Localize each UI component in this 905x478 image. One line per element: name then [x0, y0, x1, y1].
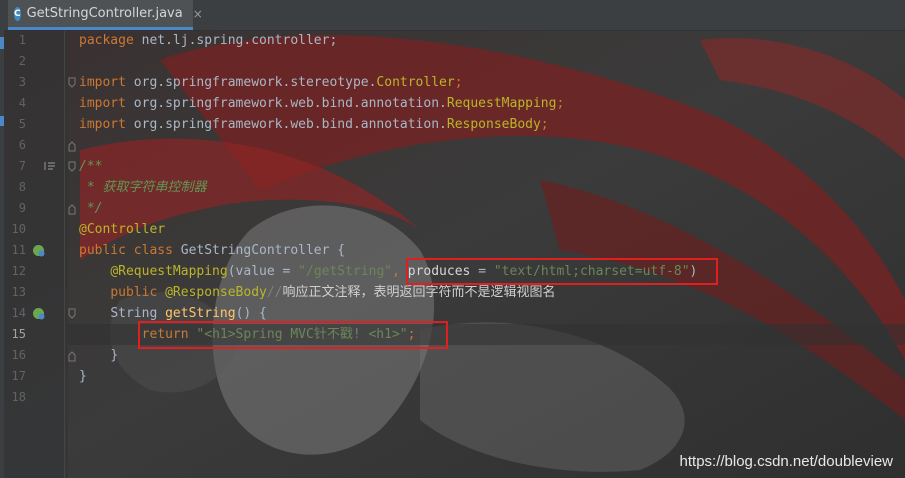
code-line-5: import org.springframework.web.bind.anno… — [68, 114, 905, 135]
code-line-10: @Controller — [68, 219, 905, 240]
line-number: 18 — [11, 390, 26, 404]
keyword: import — [79, 75, 126, 90]
return-type: String — [110, 306, 158, 321]
line-number-current: 15 — [11, 327, 26, 341]
tab-getstringcontroller[interactable]: C GetStringController.java × — [8, 0, 203, 30]
brace: } — [79, 369, 87, 384]
keyword: import — [79, 96, 126, 111]
line-number: 4 — [18, 96, 26, 110]
comma: , — [392, 264, 400, 279]
code-line-1: package net.lj.spring.controller; — [68, 30, 905, 51]
line-number: 8 — [18, 180, 26, 194]
import-path: org.springframework.stereotype. — [125, 75, 377, 90]
semicolon: ; — [540, 117, 549, 132]
strip-marker — [0, 116, 4, 126]
code-line-7: /** — [68, 156, 905, 177]
line-number: 7 — [18, 159, 26, 173]
close-icon[interactable]: × — [193, 7, 203, 21]
highlight-box-produces — [406, 258, 718, 285]
tab-label: GetStringController.java — [26, 6, 183, 21]
doc-comment: */ — [79, 201, 103, 216]
package-name: net.lj.spring.controller; — [133, 33, 338, 48]
annotation: @Controller — [79, 222, 166, 237]
method-name: getString — [165, 306, 236, 321]
semicolon: ; — [454, 75, 463, 90]
method-signature: () { — [235, 306, 267, 321]
annotation-param: (value = — [227, 264, 299, 279]
code-line-8: * 获取字符串控制器 — [68, 177, 905, 198]
strip-marker — [0, 37, 4, 49]
line-number: 2 — [18, 54, 26, 68]
keyword: public — [110, 285, 158, 300]
import-class: RequestMapping — [446, 96, 557, 111]
spring-request-icon[interactable] — [32, 307, 45, 320]
editor-tab-bar: C GetStringController.java × — [0, 0, 905, 31]
line-number: 5 — [18, 117, 26, 131]
code-line-3: import org.springframework.stereotype.Co… — [68, 72, 905, 93]
line-number: 3 — [18, 75, 26, 89]
doc-comment: * 获取字符串控制器 — [79, 180, 207, 195]
tool-window-strip — [0, 30, 4, 478]
annotation: @RequestMapping — [110, 264, 228, 279]
highlight-box-return — [138, 321, 448, 349]
import-class: ResponseBody — [446, 117, 541, 132]
code-line-4: import org.springframework.web.bind.anno… — [68, 93, 905, 114]
spring-bean-icon[interactable] — [32, 244, 45, 257]
watermark: https://blog.csdn.net/doubleview — [679, 453, 893, 470]
string-literal: "/getString" — [298, 264, 393, 279]
doc-comment: /** — [79, 159, 103, 174]
java-class-icon: C — [14, 6, 21, 21]
line-number: 11 — [11, 243, 26, 257]
line-number: 10 — [11, 222, 26, 236]
import-path: org.springframework.web.bind.annotation. — [125, 117, 447, 132]
line-comment: // — [266, 285, 283, 300]
code-line-17: } — [68, 366, 905, 387]
line-number: 6 — [18, 138, 26, 152]
line-comment-text: 响应正文注释，表明返回字符而不是逻辑视图名 — [282, 285, 556, 300]
line-number: 9 — [18, 201, 26, 215]
code-editor[interactable]: package net.lj.spring.controller; import… — [68, 30, 905, 478]
code-line-13: public @ResponseBody//响应正文注释，表明返回字符而不是逻辑… — [68, 282, 905, 303]
line-number: 12 — [11, 264, 26, 278]
gutter-separator — [64, 30, 65, 478]
editor-gutter: 1 2 3 4 5 6 7 8 9 10 11 12 13 14 15 16 1… — [4, 30, 76, 478]
line-number: 16 — [11, 348, 26, 362]
brace: } — [110, 348, 119, 363]
line-number: 1 — [18, 33, 26, 47]
keyword: public class — [79, 243, 173, 258]
import-class: Controller — [376, 75, 455, 90]
line-number: 17 — [11, 369, 26, 383]
doc-comment-icon[interactable] — [44, 161, 56, 171]
code-line-9: */ — [68, 198, 905, 219]
line-number: 13 — [11, 285, 26, 299]
keyword: package — [79, 33, 134, 48]
semicolon: ; — [556, 96, 565, 111]
line-number: 14 — [11, 306, 26, 320]
keyword: import — [79, 117, 126, 132]
annotation: @ResponseBody — [165, 285, 267, 300]
import-path: org.springframework.web.bind.annotation. — [125, 96, 447, 111]
class-declaration: GetStringController { — [172, 243, 346, 258]
